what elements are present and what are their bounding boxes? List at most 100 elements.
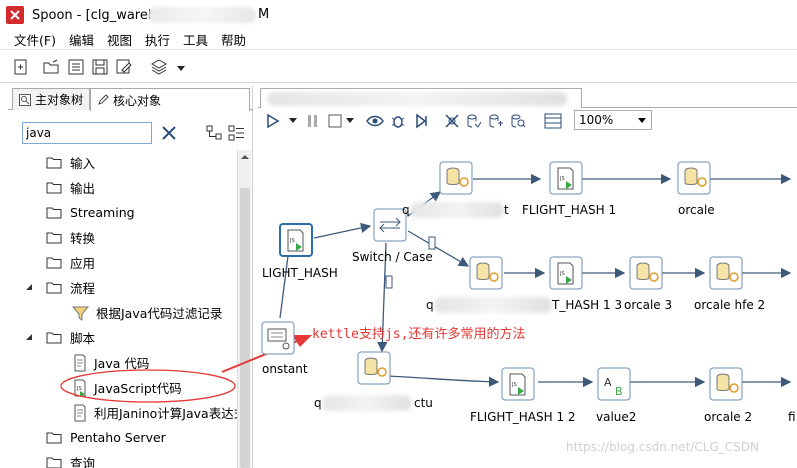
tree-item-flow[interactable]: 流程: [46, 275, 95, 300]
new-file-icon[interactable]: [12, 58, 30, 76]
folder-icon: [46, 207, 62, 219]
redacted-step-name-mid: [434, 297, 552, 313]
run-icon[interactable]: [266, 114, 280, 128]
menu-run[interactable]: 执行: [145, 30, 170, 49]
expanded-twisty-icon[interactable]: [24, 282, 34, 292]
step-table-input-mid[interactable]: [469, 256, 503, 290]
tree-item-transform[interactable]: 转换: [46, 225, 95, 250]
svg-text:A: A: [604, 376, 612, 389]
tree-item-label: 转换: [70, 231, 96, 246]
panel-tabs: 主对象树 核心对象: [8, 86, 253, 111]
step-value2[interactable]: A B: [597, 367, 631, 401]
tree-item-query[interactable]: 查询: [46, 450, 95, 468]
step-flight-hash-13[interactable]: JS: [549, 256, 583, 290]
tree-item-java-code[interactable]: Java 代码: [72, 350, 149, 375]
menu-file[interactable]: 文件(F): [14, 30, 56, 49]
tab-main-tree[interactable]: 主对象树: [12, 88, 90, 110]
expand-all-icon[interactable]: [206, 125, 224, 141]
stop-dropdown-icon[interactable]: [346, 118, 354, 124]
tree-item-label: 脚本: [70, 331, 96, 346]
step-flight-hash-1[interactable]: JS: [549, 161, 583, 195]
java-filter-step-icon: [72, 306, 90, 321]
tree-item-java-filter[interactable]: 根据Java代码过滤记录: [72, 300, 222, 325]
collapse-all-icon[interactable]: [228, 125, 246, 141]
tree-item-label: 利用Janino计算Java表达式: [94, 406, 247, 421]
tree-item-pentaho-server[interactable]: Pentaho Server: [46, 425, 166, 450]
stop-icon[interactable]: [328, 114, 342, 128]
folder-icon: [46, 332, 62, 344]
label-flight-hash-left: LIGHT_HASH: [262, 266, 338, 280]
results-grid-icon[interactable]: [544, 113, 562, 129]
step-orcale-3[interactable]: [629, 256, 663, 290]
label-value2: value2: [596, 410, 637, 424]
tree-item-streaming[interactable]: Streaming: [46, 200, 135, 225]
label-flight-hash-1: FLIGHT_HASH 1: [522, 203, 617, 217]
step-table-input-bottom[interactable]: [357, 351, 391, 385]
menu-help[interactable]: 帮助: [221, 30, 246, 49]
menu-tools[interactable]: 工具: [183, 30, 208, 49]
svg-text:B: B: [615, 385, 623, 398]
hop-left-to-switch: [313, 222, 372, 239]
search-input[interactable]: [22, 122, 152, 144]
folder-icon: [46, 157, 62, 169]
tree-item-output[interactable]: 输出: [46, 175, 95, 200]
layers-icon[interactable]: [150, 58, 168, 76]
zoom-select[interactable]: 100%: [574, 110, 652, 130]
save-as-icon[interactable]: [115, 58, 133, 76]
window-title-suffix: M: [258, 7, 270, 22]
scroll-up-arrow-icon[interactable]: [241, 153, 249, 161]
tree-item-label: 流程: [70, 281, 96, 296]
tab-core-objects-label: 核心对象: [113, 93, 162, 108]
clear-search-icon[interactable]: [160, 124, 178, 142]
java-script-icon: [74, 354, 86, 371]
open-folder-icon[interactable]: [42, 58, 60, 76]
verify-icon[interactable]: [444, 113, 460, 129]
label-orcale-hfe-2: orcale hfe 2: [694, 298, 766, 312]
redacted-title: [148, 7, 256, 23]
javascript-step-icon: JS: [74, 379, 86, 397]
pencil-icon: [98, 94, 109, 105]
step-orcale-2[interactable]: [709, 367, 743, 401]
expanded-twisty-icon[interactable]: [24, 332, 34, 342]
tree-item-janino[interactable]: 利用Janino计算Java表达式: [72, 400, 246, 425]
pause-icon[interactable]: [306, 114, 320, 128]
debug-bug-icon[interactable]: [390, 113, 406, 129]
transformation-canvas: 100% JS JS JS JS A B LIGHT_HASH Switch /…: [258, 86, 797, 468]
tree-item-javascript-code[interactable]: JS JavaScript代码: [72, 375, 182, 400]
tab-core-objects[interactable]: 核心对象: [90, 88, 250, 111]
save-icon[interactable]: [91, 58, 109, 76]
step-flight-hash-12[interactable]: JS: [501, 367, 535, 401]
menu-edit[interactable]: 编辑: [69, 30, 94, 49]
scrollbar-thumb[interactable]: [240, 188, 250, 468]
tree-scrollbar[interactable]: [237, 150, 251, 468]
tree-item-application[interactable]: 应用: [46, 250, 95, 275]
folder-icon: [46, 432, 62, 444]
run-dropdown-icon[interactable]: [289, 118, 297, 124]
sql-icon[interactable]: [488, 113, 504, 129]
main-toolbar: [0, 51, 797, 83]
label-fi: fi: [788, 410, 796, 424]
step-orcale-hfe-2[interactable]: [709, 256, 743, 290]
zoom-dropdown-icon[interactable]: [638, 118, 646, 123]
menu-bar: 文件(F) 编辑 视图 执行 工具 帮助: [0, 30, 797, 50]
step-orcale[interactable]: [677, 161, 711, 195]
explore-icon[interactable]: [67, 58, 85, 76]
menu-view[interactable]: 视图: [107, 30, 132, 49]
step-table-input-top[interactable]: [439, 161, 473, 195]
impact-icon[interactable]: [466, 113, 482, 129]
layers-dropdown-icon[interactable]: [176, 58, 186, 76]
tree-item-input[interactable]: 输入: [46, 150, 95, 175]
tree-item-label: 应用: [70, 256, 96, 271]
transformation-tab[interactable]: [260, 88, 582, 108]
redacted-step-name-bottom: [322, 395, 412, 411]
magnifier-icon: [19, 93, 31, 106]
explore-db-icon[interactable]: [510, 113, 526, 129]
preview-eye-icon[interactable]: [366, 113, 384, 129]
tree-item-script[interactable]: 脚本: [46, 325, 95, 350]
label-orcale: orcale: [678, 203, 715, 217]
label-flight-hash-12: FLIGHT_HASH 1 2: [470, 410, 576, 424]
step-constant[interactable]: [261, 321, 295, 355]
step-flight-hash-left[interactable]: JS: [279, 223, 313, 257]
replay-icon[interactable]: [414, 113, 430, 129]
redacted-tab-title: [267, 92, 567, 106]
